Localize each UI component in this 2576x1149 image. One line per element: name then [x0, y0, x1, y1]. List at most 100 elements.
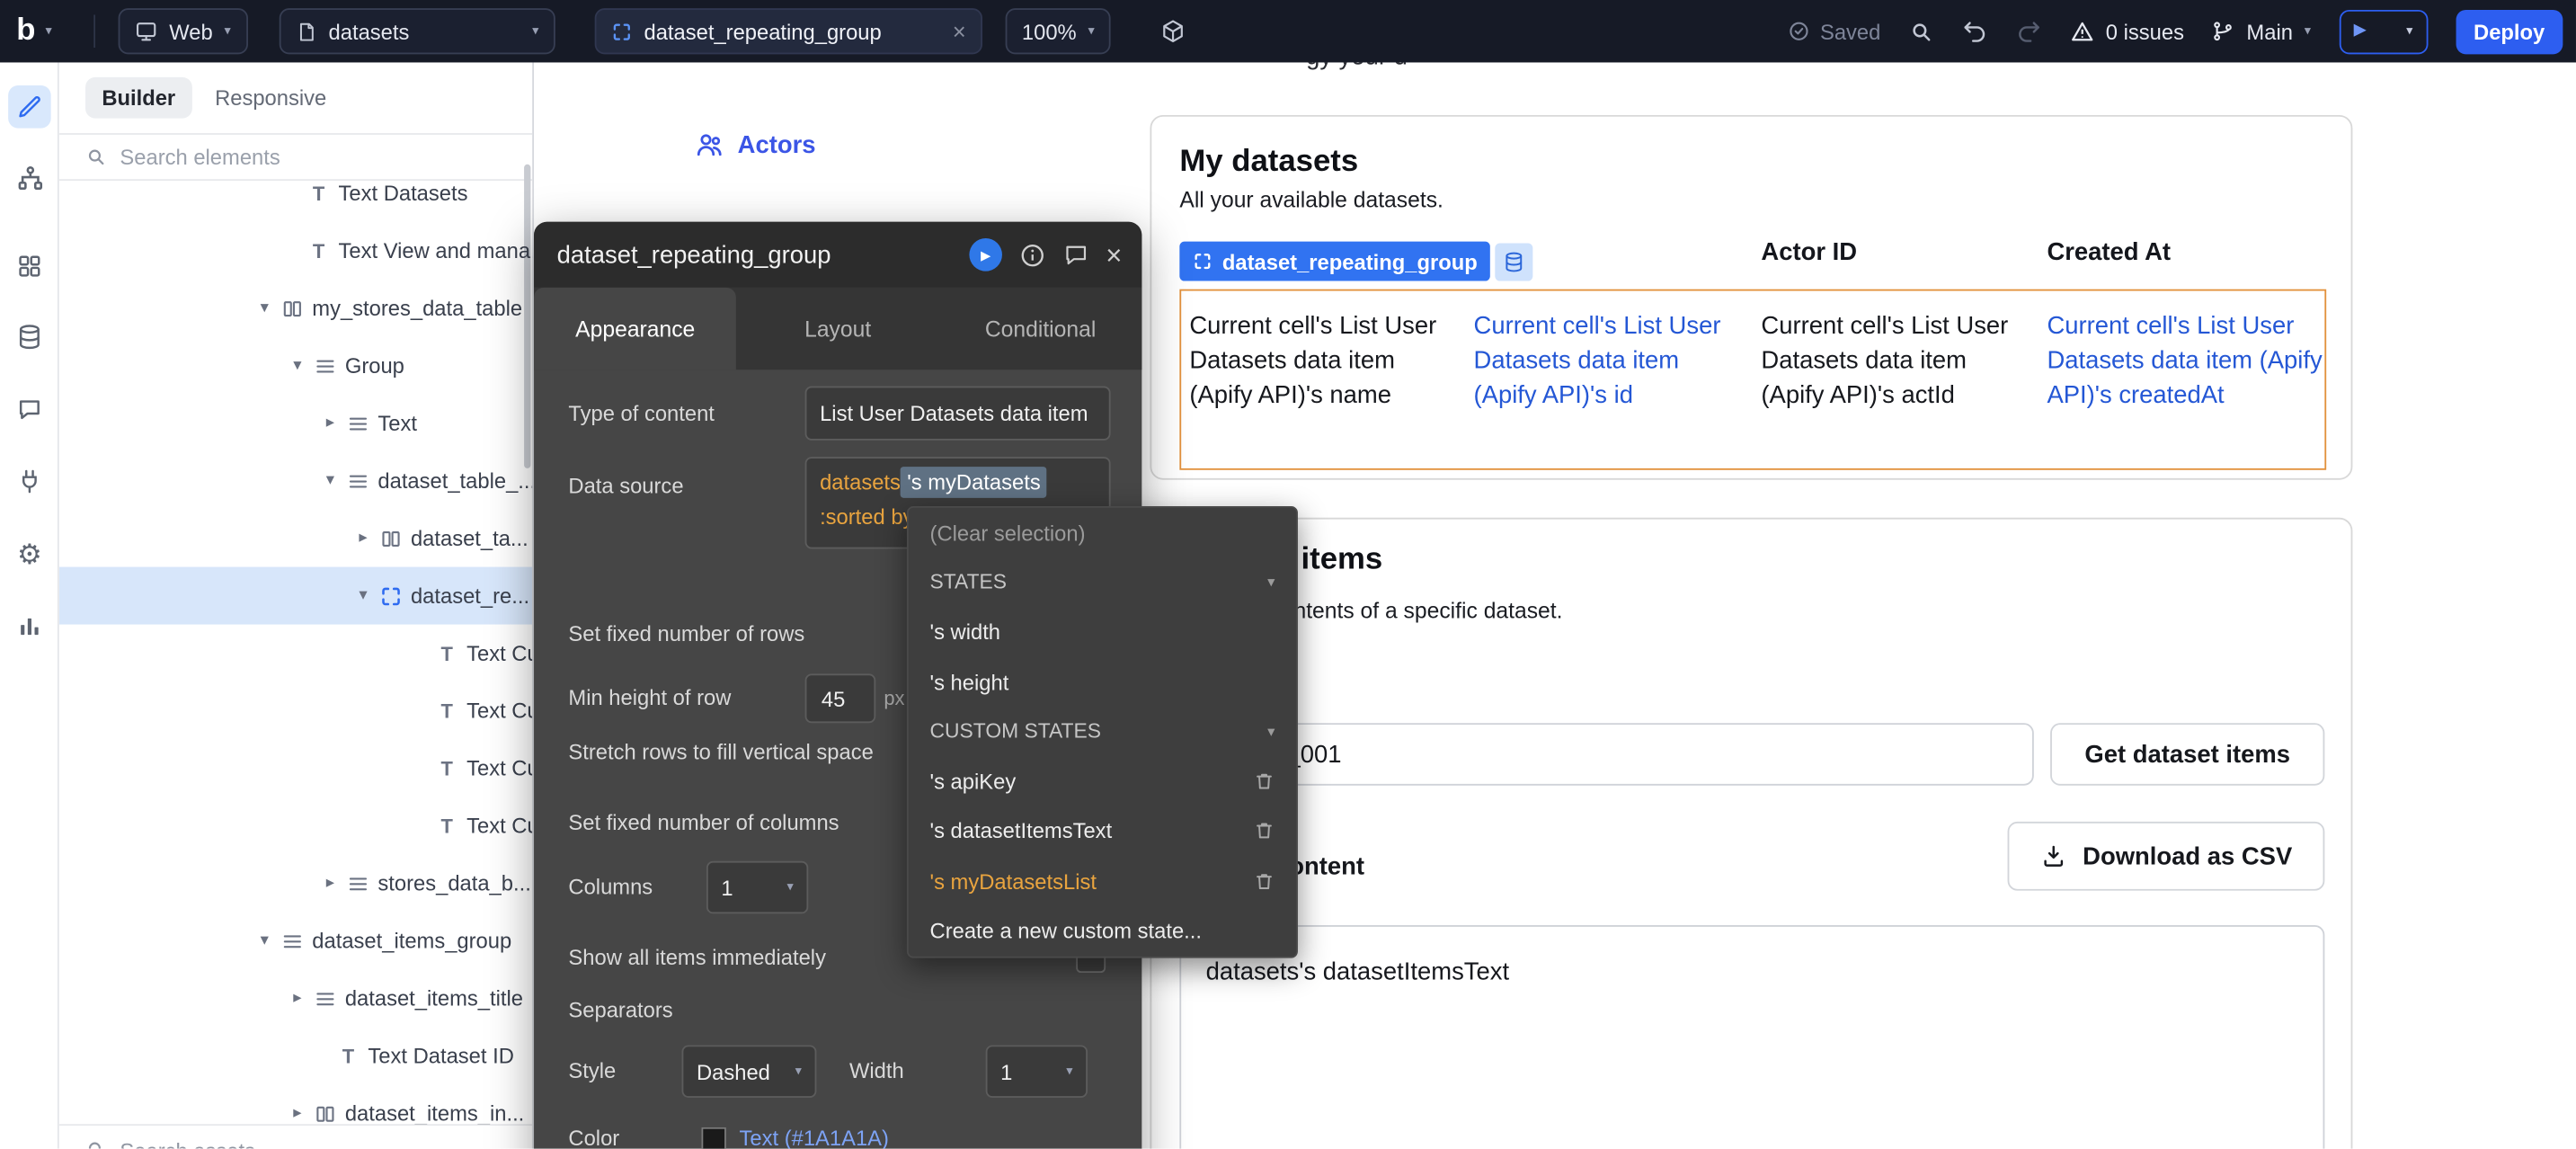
dataset-id-input[interactable] [1179, 723, 2033, 785]
rg-cell-createdat[interactable]: Current cell's List User Datasets data i… [2047, 309, 2323, 413]
caret-closed-icon[interactable]: ▸ [319, 874, 342, 892]
bubble-logo-menu[interactable]: b ▾ [16, 8, 52, 54]
design-tab-icon[interactable] [8, 85, 51, 129]
option-apikey[interactable]: 's apiKey [909, 757, 1296, 806]
zoom-select[interactable]: 100% ▾ [1006, 8, 1111, 54]
rg-cell-actid[interactable]: Current cell's List User Datasets data i… [1761, 309, 2011, 413]
tab-builder[interactable]: Builder [85, 77, 191, 119]
close-icon[interactable]: × [1106, 241, 1122, 269]
search-assets-placeholder[interactable]: Search assets [120, 1139, 255, 1149]
logs-tab-icon[interactable] [8, 605, 51, 648]
plugins-tab-icon[interactable] [8, 460, 51, 503]
caret-closed-icon[interactable]: ▸ [319, 414, 342, 432]
expression-selected-token[interactable]: 's myDatasets [901, 467, 1047, 498]
data-source-chip[interactable] [1496, 243, 1533, 281]
color-swatch[interactable] [701, 1127, 725, 1149]
chevron-down-icon: ▾ [2305, 24, 2311, 38]
caret-open-icon[interactable]: ▾ [253, 931, 276, 949]
caret-open-icon[interactable]: ▾ [319, 472, 342, 490]
workflow-tab-icon[interactable] [8, 156, 51, 200]
undo-icon[interactable] [1961, 18, 1987, 44]
tree-item-text-group[interactable]: ▸Text [59, 395, 532, 452]
search-icon[interactable] [1908, 19, 1932, 43]
play-icon: ▶ [2354, 23, 2367, 40]
branch-select[interactable]: Main ▾ [2212, 19, 2311, 43]
tab-responsive[interactable]: Responsive [215, 85, 326, 110]
page-select-label: datasets [329, 19, 410, 43]
page-select[interactable]: datasets ▾ [280, 8, 555, 54]
tree-item-text-cu-1[interactable]: TText Cu... [59, 625, 532, 682]
selected-element-chip-row: dataset_repeating_group [1179, 242, 1533, 281]
min-height-input[interactable] [805, 673, 876, 723]
bubble-logo: b [16, 13, 35, 49]
caret-closed-icon[interactable]: ▸ [351, 530, 375, 548]
option-width[interactable]: 's width [909, 608, 1296, 657]
option-mydatasetslist[interactable]: 's myDatasetsList [909, 856, 1296, 905]
rg-cell-name[interactable]: Current cell's List User Datasets data i… [1189, 309, 1461, 413]
open-element-tab[interactable]: dataset_repeating_group × [595, 8, 982, 54]
tree-item-dataset-items-group[interactable]: ▾dataset_items_group [59, 912, 532, 969]
option-height[interactable]: 's height [909, 657, 1296, 707]
tree-item-label: dataset_items_in... [345, 1101, 524, 1126]
separator-style-select[interactable]: Dashed▾ [682, 1045, 817, 1097]
get-dataset-items-button[interactable]: Get dataset items [2050, 723, 2324, 785]
preview-button[interactable]: ▶ ▾ [2339, 9, 2428, 53]
tree-item-dataset-ta[interactable]: ▸dataset_ta... [59, 510, 532, 567]
tree-item-label: dataset_table_... [378, 468, 532, 493]
redo-icon[interactable] [2015, 18, 2041, 44]
tree-item-dataset-table[interactable]: ▾ dataset_table_... [59, 452, 532, 510]
info-icon[interactable] [1018, 241, 1046, 269]
caret-open-icon[interactable]: ▾ [351, 587, 375, 605]
caret-closed-icon[interactable]: ▸ [286, 1104, 309, 1122]
custom-states-section-header[interactable]: CUSTOM STATES▾ [909, 707, 1296, 756]
issues-indicator[interactable]: 0 issues [2070, 19, 2184, 43]
trash-icon[interactable] [1254, 821, 1275, 842]
styles-tab-icon[interactable] [8, 387, 51, 431]
tree-item-text-cu-3[interactable]: TText Cu... [59, 740, 532, 797]
columns-select[interactable]: 1▾ [706, 861, 808, 913]
tree-item-my-stores-data-table[interactable]: ▾my_stores_data_table [59, 280, 532, 337]
actors-section-heading: Actors [695, 129, 815, 159]
property-editor-header[interactable]: dataset_repeating_group ▶ × [534, 222, 1141, 288]
option-datasetitemstext[interactable]: 's datasetItemsText [909, 806, 1296, 856]
rg-cell-id[interactable]: Current cell's List User Datasets data i… [1474, 309, 1724, 413]
left-icon-rail: ⚙ [0, 62, 59, 1148]
tree-item-dataset-items-title[interactable]: ▸dataset_items_title [59, 969, 532, 1027]
element-preview-icon[interactable]: ▶ [970, 238, 1003, 272]
caret-open-icon[interactable]: ▾ [286, 357, 309, 375]
close-tab-icon[interactable]: × [953, 20, 966, 43]
states-section-header[interactable]: STATES▾ [909, 557, 1296, 607]
settings-tab-icon[interactable]: ⚙ [8, 532, 51, 575]
group-element-icon [342, 872, 375, 895]
component-library-icon[interactable] [1159, 8, 1186, 54]
selected-element-chip[interactable]: dataset_repeating_group [1179, 242, 1490, 281]
tree-item-stores-data-b[interactable]: ▸stores_data_b... [59, 854, 532, 912]
expression-base[interactable]: datasets [820, 470, 901, 494]
color-value-link[interactable]: Text (#1A1A1A) [740, 1126, 889, 1149]
caret-open-icon[interactable]: ▾ [253, 299, 276, 317]
type-of-content-select[interactable]: List User Datasets data item [805, 387, 1111, 441]
tab-conditional[interactable]: Conditional [939, 288, 1141, 370]
components-tab-icon[interactable] [8, 245, 51, 288]
tree-item-text-datasets[interactable]: TText Datasets [59, 165, 532, 222]
clear-selection-option[interactable]: (Clear selection) [909, 508, 1296, 557]
platform-select[interactable]: Web ▾ [119, 8, 248, 54]
tree-item-dataset-repeating-group-selected[interactable]: ▾dataset_re... [59, 567, 532, 625]
tree-item-text-view[interactable]: TText View and mana... [59, 222, 532, 280]
trash-icon[interactable] [1254, 870, 1275, 892]
separator-width-select[interactable]: 1▾ [986, 1045, 1088, 1097]
data-tab-icon[interactable] [8, 316, 51, 359]
tree-item-text-cu-2[interactable]: TText Cu... [59, 682, 532, 740]
tree-item-text-dataset-id[interactable]: TText Dataset ID [59, 1027, 532, 1084]
comment-icon[interactable] [1063, 242, 1089, 268]
tree-item-text-cu-4[interactable]: TText Cu... [59, 797, 532, 854]
caret-closed-icon[interactable]: ▸ [286, 989, 309, 1007]
tree-item-group[interactable]: ▾Group [59, 337, 532, 395]
deploy-button[interactable]: Deploy [2456, 9, 2563, 53]
trash-icon[interactable] [1254, 770, 1275, 792]
download-csv-button[interactable]: Download as CSV [2008, 822, 2325, 891]
open-element-tab-label: dataset_repeating_group [644, 19, 881, 43]
tab-layout[interactable]: Layout [736, 288, 938, 370]
create-custom-state-option[interactable]: Create a new custom state... [909, 906, 1296, 956]
tab-appearance[interactable]: Appearance [534, 288, 736, 370]
